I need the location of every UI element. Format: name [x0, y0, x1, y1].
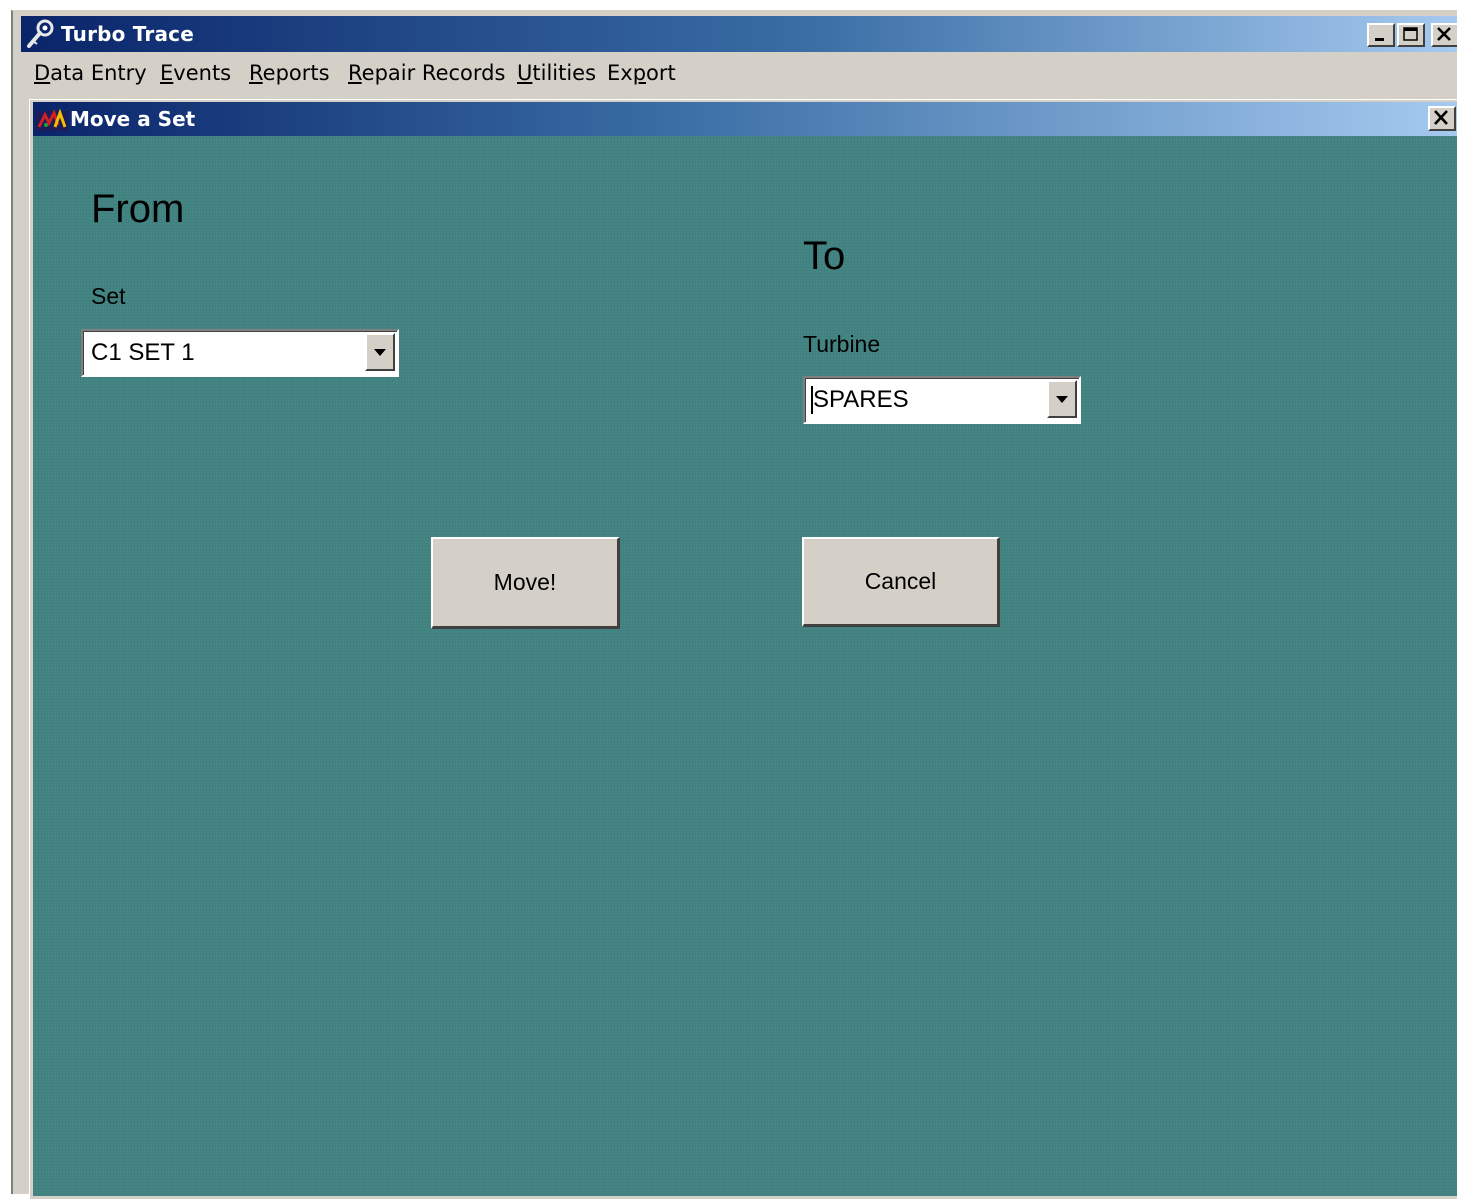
set-combobox-value: C1 SET 1 — [91, 339, 195, 366]
menu-repair-records[interactable]: Repair Records — [348, 60, 505, 86]
move-button[interactable]: Move! — [431, 537, 620, 629]
set-label: Set — [91, 283, 126, 309]
turbine-icon — [36, 107, 68, 133]
from-heading: From — [91, 187, 185, 231]
menu-export[interactable]: Export — [607, 60, 676, 86]
app-window: Turbo Trace Data Entry Events Reports Re… — [11, 10, 1457, 1199]
chevron-down-icon — [374, 349, 386, 356]
menu-label-rest: eports — [262, 61, 330, 85]
menu-label-rest: ort — [646, 61, 676, 85]
to-heading: To — [803, 234, 846, 278]
turbine-dropdown-button[interactable] — [1047, 380, 1077, 418]
minimize-icon — [1369, 32, 1393, 49]
menu-label-rest: ata Entry — [50, 61, 147, 85]
close-icon — [1433, 27, 1457, 49]
set-combobox[interactable]: C1 SET 1 — [81, 329, 399, 377]
minimize-button[interactable] — [1367, 23, 1395, 47]
maximize-button[interactable] — [1397, 23, 1425, 47]
menu-label-rest: epair Records — [361, 61, 506, 85]
menu-mnemonic: E — [160, 61, 174, 85]
chevron-down-icon — [1056, 396, 1068, 403]
turbine-label: Turbine — [803, 331, 881, 357]
turbine-combobox[interactable]: SPARES — [803, 376, 1081, 424]
menu-mnemonic: p — [632, 61, 647, 85]
app-titlebar[interactable]: Turbo Trace — [21, 16, 1457, 52]
menu-reports[interactable]: Reports — [249, 60, 330, 86]
close-icon — [1430, 110, 1454, 133]
cancel-button[interactable]: Cancel — [802, 537, 1000, 627]
menubar: Data Entry Events Reports Repair Records… — [21, 52, 1457, 92]
menu-label-rest: tilities — [532, 61, 597, 85]
menu-events[interactable]: Events — [160, 60, 231, 86]
menu-data-entry[interactable]: Data Entry — [34, 60, 147, 86]
dialog-close-button[interactable] — [1428, 106, 1456, 131]
app-title: Turbo Trace — [61, 22, 194, 46]
maximize-icon — [1399, 27, 1423, 49]
menu-label-start: Ex — [607, 61, 633, 85]
menu-label-rest: vents — [173, 61, 232, 85]
move-set-dialog: Move a Set From Set C1 SET 1 To Turbine — [29, 99, 1457, 1199]
tool-key-icon — [25, 19, 57, 49]
dialog-title: Move a Set — [70, 107, 196, 131]
menu-mnemonic: R — [348, 61, 362, 85]
close-button[interactable] — [1431, 23, 1457, 47]
menu-utilities[interactable]: Utilities — [517, 60, 596, 86]
menu-mnemonic: R — [249, 61, 263, 85]
menu-mnemonic: D — [34, 61, 51, 85]
menu-mnemonic: U — [517, 61, 533, 85]
turbine-combobox-value: SPARES — [813, 386, 909, 413]
dialog-titlebar[interactable]: Move a Set — [33, 102, 1457, 136]
set-dropdown-button[interactable] — [365, 333, 395, 371]
dialog-body: From Set C1 SET 1 To Turbine SPARES Move… — [33, 136, 1457, 1196]
